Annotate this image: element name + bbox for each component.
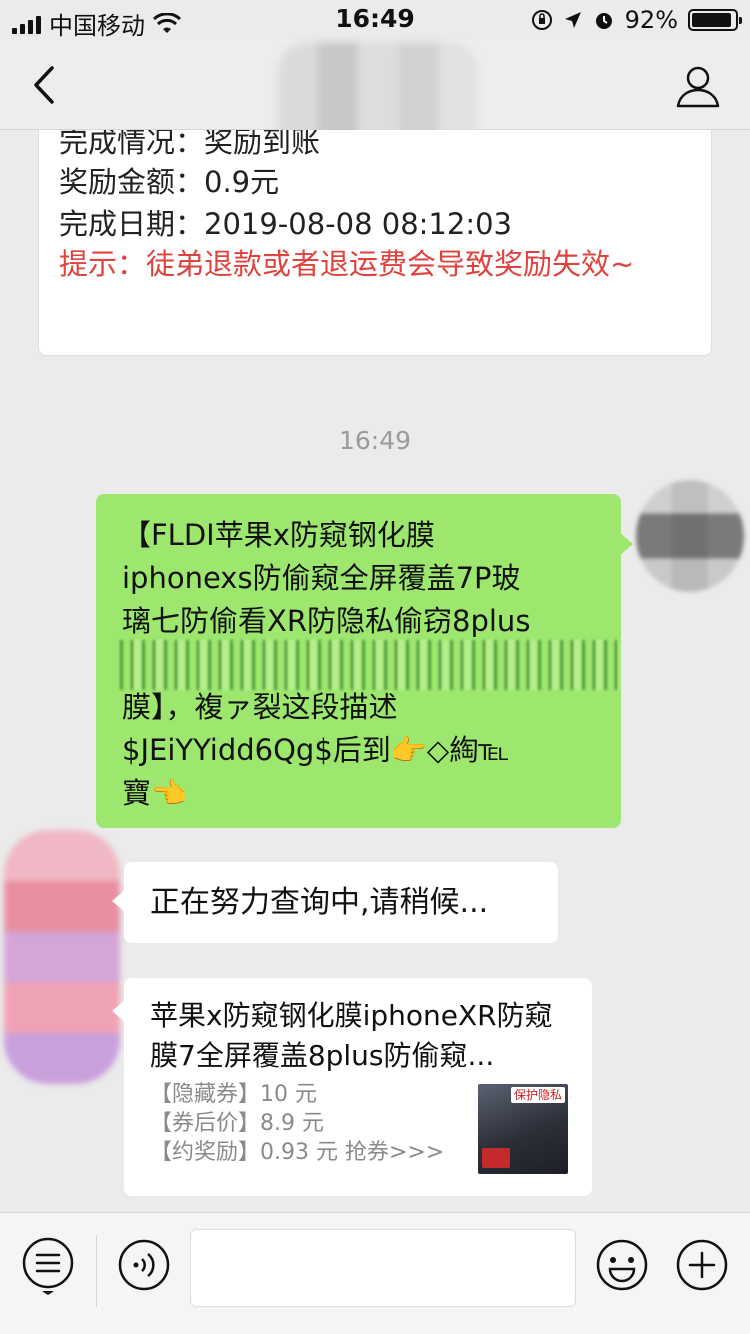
location-icon (564, 12, 581, 28)
product-title: 苹果x防窥钢化膜iphoneXR防窥膜7全屏覆盖8plus防偷窥... (150, 999, 553, 1072)
status-reply-text: 正在努力查询中,请稍候... (150, 885, 489, 920)
bubble-tail (112, 1000, 125, 1022)
bubble-tail (112, 890, 125, 912)
thumb-stamp (482, 1148, 510, 1168)
status-bar-right: 92% (531, 6, 742, 34)
thumb-label: 保护隐私 (510, 1087, 565, 1103)
battery-icon (688, 9, 742, 31)
plus-icon[interactable] (672, 1235, 732, 1295)
rotation-lock-icon (531, 10, 552, 30)
product-thumbnail: 保护隐私 (478, 1084, 568, 1174)
bot-avatar[interactable] (4, 830, 120, 1084)
reward-card-message[interactable]: 完成情况：奖励到账 奖励金额：0.9元 完成日期：2019-08-08 08:1… (38, 130, 712, 356)
sent-line: 寶👈 (122, 776, 188, 810)
bubble-tail (619, 532, 633, 556)
sent-line: iphonexs防偷窥全屏覆盖7P玻 (122, 561, 521, 595)
alarm-icon (595, 13, 612, 29)
battery-percent: 92% (624, 6, 678, 34)
chat-header (0, 40, 750, 162)
menu-icon[interactable] (20, 1235, 80, 1295)
person-icon[interactable] (674, 62, 722, 110)
sent-line: 膜】，複ァ裂这段描述 (122, 690, 398, 724)
reward-tip: 提示：徒弟退款或者退运费会导致奖励失效~ (59, 247, 635, 281)
reward-status-line: 完成情况：奖励到账 (59, 130, 321, 159)
chat-message-list[interactable]: 完成情况：奖励到账 奖励金额：0.9元 完成日期：2019-08-08 08:1… (0, 130, 750, 1212)
sent-line: 【FLDI苹果x防窥钢化膜 (122, 518, 435, 552)
voice-icon[interactable] (114, 1235, 174, 1295)
status-reply-bubble[interactable]: 正在努力查询中,请稍候... (124, 862, 558, 943)
sent-line: $JEiYYidd6Qg$后到👉◇綯℡ (122, 733, 510, 767)
garbled-text-overlay (120, 640, 620, 690)
message-input[interactable] (190, 1229, 576, 1307)
reward-date-line: 完成日期：2019-08-08 08:12:03 (59, 207, 512, 241)
emoji-icon[interactable] (592, 1235, 652, 1295)
sent-line: 璃七防偷看XR防隐私偷窃8plus (122, 604, 531, 638)
my-avatar[interactable] (636, 480, 744, 592)
divider (96, 1235, 97, 1307)
message-timestamp: 16:49 (338, 426, 412, 455)
chevron-left-icon[interactable] (24, 60, 68, 110)
reward-amount-line: 奖励金额：0.9元 (59, 165, 280, 199)
input-bar (0, 1212, 750, 1334)
status-bar: 中国移动 16:49 92% (0, 0, 750, 40)
product-link-card[interactable]: 苹果x防窥钢化膜iphoneXR防窥膜7全屏覆盖8plus防偷窥... 【隐藏券… (124, 978, 592, 1196)
